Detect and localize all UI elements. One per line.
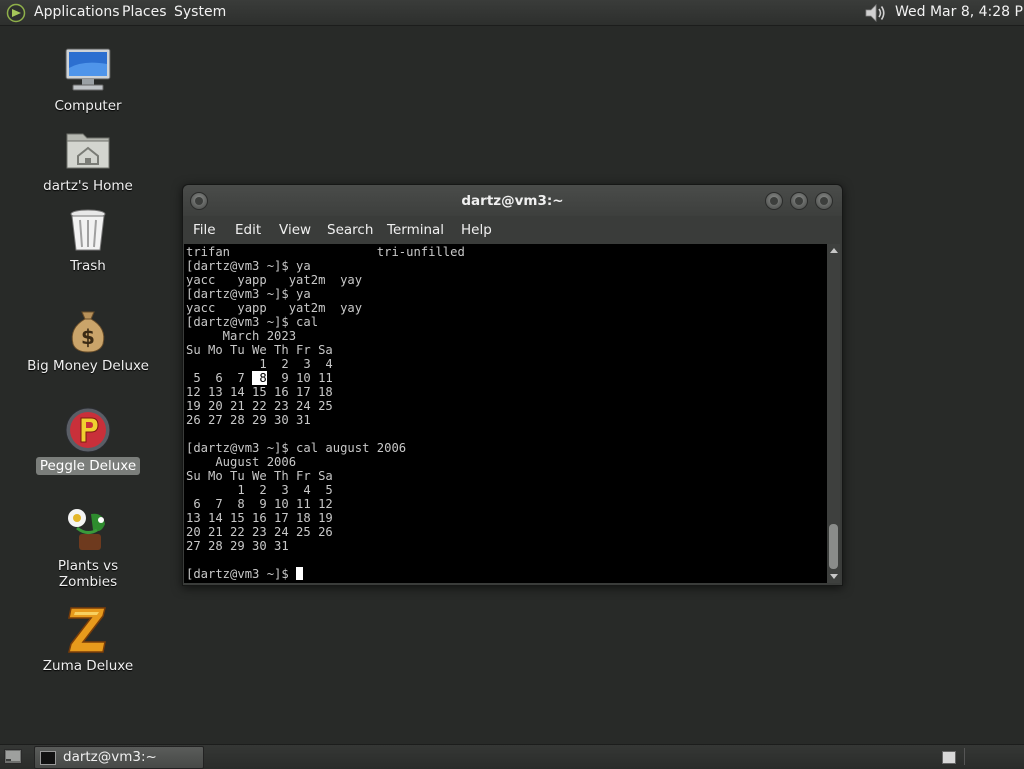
- desktop-icon-home[interactable]: dartz's Home: [23, 126, 153, 195]
- desktop-icon-label: Trash: [70, 258, 106, 274]
- gnome-foot-icon[interactable]: [6, 3, 26, 23]
- volume-icon[interactable]: [863, 2, 887, 24]
- menu-search[interactable]: Search: [327, 222, 373, 238]
- peggle-icon: [65, 407, 111, 453]
- show-desktop-icon[interactable]: [4, 749, 22, 764]
- scroll-up-arrow-icon[interactable]: [830, 248, 838, 253]
- desktop-icon-trash[interactable]: Trash: [23, 206, 153, 275]
- desktop-icon-label: dartz's Home: [43, 178, 133, 194]
- window-titlebar[interactable]: dartz@vm3:~: [183, 185, 842, 216]
- terminal-text-before: trifan tri-unfilled [dartz@vm3 ~]$ ya ya…: [186, 245, 465, 385]
- calendar-today-highlight: 8: [252, 371, 267, 385]
- trash-icon: [70, 209, 106, 251]
- desktop-icon-zuma[interactable]: Zuma Deluxe: [23, 606, 153, 675]
- maximize-button[interactable]: [790, 192, 808, 210]
- terminal-output[interactable]: trifan tri-unfilled [dartz@vm3 ~]$ ya ya…: [184, 244, 827, 583]
- desktop-icon-big-money[interactable]: $ Big Money Deluxe: [23, 306, 153, 375]
- desktop-icon-label: Computer: [54, 98, 122, 114]
- desktop-icon-label: Plants vs Zombies: [57, 558, 119, 590]
- workspace-switcher-1[interactable]: [942, 751, 956, 764]
- clock[interactable]: Wed Mar 8, 4:28 PM: [895, 4, 1024, 20]
- desktop-icon-computer[interactable]: Computer: [23, 46, 153, 115]
- menu-edit[interactable]: Edit: [235, 222, 261, 238]
- terminal-cursor: [296, 567, 304, 580]
- terminal-icon: [40, 751, 56, 765]
- terminal-window[interactable]: dartz@vm3:~ File Edit View Search Termin…: [182, 184, 843, 586]
- close-button[interactable]: [815, 192, 833, 210]
- desktop-icon-label: Zuma Deluxe: [42, 658, 134, 674]
- menu-file[interactable]: File: [193, 222, 216, 238]
- menu-view[interactable]: View: [279, 222, 311, 238]
- applications-menu[interactable]: Applications: [34, 4, 120, 20]
- window-title: dartz@vm3:~: [461, 193, 564, 209]
- taskbar-terminal-button[interactable]: dartz@vm3:~: [34, 746, 204, 769]
- places-menu[interactable]: Places: [122, 4, 167, 20]
- menu-help[interactable]: Help: [461, 222, 492, 238]
- terminal-text-after: 9 10 11 12 13 14 15 16 17 18 19 20 21 22…: [186, 371, 407, 553]
- taskbar-label: dartz@vm3:~: [63, 749, 157, 765]
- desktop-icon-peggle[interactable]: Peggle Deluxe: [23, 406, 153, 475]
- svg-text:$: $: [81, 325, 95, 349]
- scroll-down-arrow-icon[interactable]: [830, 574, 838, 579]
- system-menu[interactable]: System: [174, 4, 226, 20]
- minimize-button[interactable]: [765, 192, 783, 210]
- computer-monitor-icon: [65, 48, 111, 91]
- home-folder-icon: [66, 133, 110, 169]
- terminal-menubar: File Edit View Search Terminal Help: [183, 216, 842, 244]
- workspace-switcher-2[interactable]: [964, 748, 979, 765]
- terminal-scrollbar[interactable]: [827, 244, 840, 583]
- menu-terminal[interactable]: Terminal: [387, 222, 444, 238]
- top-panel: Applications Places System Wed Mar 8, 4:…: [0, 0, 1024, 26]
- desktop-icon-label: Big Money Deluxe: [27, 358, 149, 374]
- plants-vs-zombies-icon: [68, 509, 105, 550]
- desktop-icon-plants-vs-zombies[interactable]: Plants vs Zombies: [23, 506, 153, 591]
- terminal-prompt: [dartz@vm3 ~]$: [186, 567, 297, 581]
- bottom-panel: dartz@vm3:~: [0, 744, 1024, 769]
- desktop-icon-label: Peggle Deluxe: [35, 457, 141, 475]
- money-bag-icon: $: [71, 311, 105, 353]
- scrollbar-thumb[interactable]: [829, 524, 838, 569]
- zuma-icon: [68, 607, 106, 653]
